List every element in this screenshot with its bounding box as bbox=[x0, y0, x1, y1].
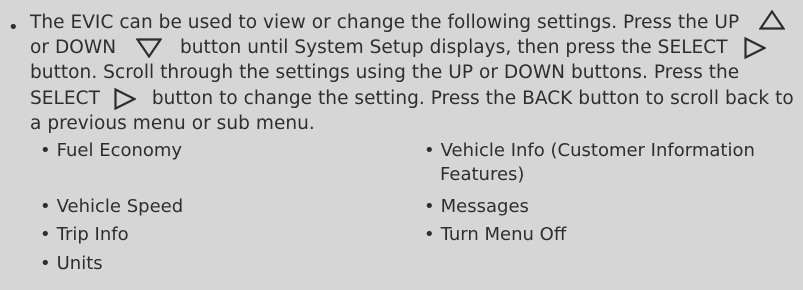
list-item: • Vehicle Speed bbox=[40, 196, 184, 217]
intro-text: SELECT bbox=[30, 87, 100, 109]
triangle-right-icon bbox=[114, 87, 136, 110]
triangle-down-icon bbox=[136, 38, 163, 59]
list-item: • Turn Menu Off bbox=[424, 224, 567, 245]
setting-label: Vehicle Speed bbox=[56, 196, 184, 217]
main-bullet: • bbox=[8, 17, 19, 38]
setting-label: Vehicle Info (Customer Information bbox=[440, 140, 755, 161]
list-item: • Fuel Economy bbox=[40, 140, 183, 161]
intro-line-5: a previous menu or sub menu. bbox=[30, 112, 315, 134]
triangle-right-icon bbox=[743, 37, 766, 60]
setting-label: Turn Menu Off bbox=[440, 224, 567, 245]
triangle-up-icon bbox=[759, 10, 786, 30]
list-item: • Vehicle Info (Customer Information bbox=[424, 140, 755, 161]
intro-text: or DOWN bbox=[30, 37, 117, 59]
intro-paragraph: The EVIC can be used to view or change t… bbox=[30, 10, 796, 136]
list-item: • Units bbox=[40, 253, 103, 274]
intro-text: button to change the setting. Press the … bbox=[151, 87, 794, 109]
intro-text: The EVIC can be used to view or change t… bbox=[30, 12, 740, 33]
intro-line-1: The EVIC can be used to view or change t… bbox=[30, 10, 796, 35]
setting-label: Trip Info bbox=[56, 224, 129, 245]
manual-panel: • The EVIC can be used to view or change… bbox=[0, 0, 803, 290]
setting-label: Messages bbox=[440, 196, 529, 217]
setting-label: Units bbox=[56, 253, 103, 274]
intro-line-2: or DOWN button until System Setup displa… bbox=[30, 35, 796, 60]
list-item-continuation: Features) bbox=[440, 164, 524, 186]
intro-line-4: SELECT button to change the setting. Pre… bbox=[30, 86, 796, 111]
list-item: • Trip Info bbox=[40, 224, 129, 245]
list-item: • Messages bbox=[424, 196, 529, 217]
setting-label: Features) bbox=[440, 164, 525, 185]
intro-line-3: button. Scroll through the settings usin… bbox=[30, 62, 740, 84]
intro-text: button until System Setup displays, then… bbox=[179, 37, 728, 59]
setting-label: Fuel Economy bbox=[56, 140, 183, 161]
